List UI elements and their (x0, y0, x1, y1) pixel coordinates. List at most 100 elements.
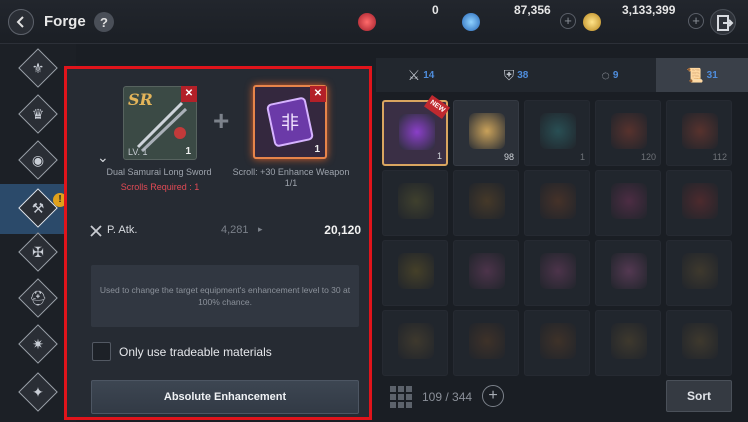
item-icon (611, 323, 647, 359)
item-icon (540, 323, 576, 359)
inventory-slot[interactable] (595, 310, 661, 376)
nav-item-guild[interactable]: ⚜ (18, 48, 58, 88)
inventory-slot[interactable] (382, 310, 448, 376)
currency-gold (583, 12, 601, 32)
tradeable-only-checkbox[interactable] (92, 342, 111, 361)
nav-item-crown[interactable]: ♛ (18, 94, 58, 134)
guild-crest-icon: ⚜ (31, 59, 45, 76)
tab-scrolls[interactable]: 📜 31 (656, 58, 748, 92)
material-slot[interactable]: 非 ✕ 1 (253, 85, 327, 159)
attack-icon (90, 225, 102, 237)
item-icon (611, 113, 647, 149)
nav-item-star[interactable]: ✦ (18, 372, 58, 412)
inventory-slot[interactable]: 112 (666, 100, 732, 166)
inventory-slot[interactable] (524, 240, 590, 306)
tab-weapons-count: 14 (423, 69, 435, 81)
ring-icon: ◌ (601, 67, 610, 83)
target-level: LV. 1 (128, 147, 148, 157)
grid-view-icon[interactable] (390, 386, 412, 408)
add-blue-crystal-button[interactable]: + (560, 13, 576, 29)
inventory-slot[interactable] (382, 240, 448, 306)
plus-sign: + (213, 105, 230, 136)
top-bar: Forge ? 0 87,356 + 3,133,399 + (0, 0, 748, 44)
stat-name: P. Atk. (107, 224, 138, 236)
item-icon (469, 113, 505, 149)
nav-item-helmet[interactable]: ⛑ (18, 278, 58, 318)
blue-crystal-icon (462, 13, 480, 31)
material-name: Scroll: +30 Enhance Weapon (232, 167, 350, 177)
item-icon (399, 114, 435, 150)
tab-armor-count: 38 (517, 69, 529, 81)
expand-inventory-button[interactable]: + (482, 385, 504, 407)
inventory-slot[interactable]: 98 (453, 100, 519, 166)
spike-icon: ✷ (32, 335, 44, 352)
scroll-icon: 📜 (686, 66, 704, 83)
blue-crystal-value: 87,356 (514, 3, 551, 17)
currency-red-gem (358, 12, 376, 32)
star-icon: ✦ (32, 383, 44, 400)
inventory-capacity: 109 / 344 (422, 390, 473, 404)
inventory-slot[interactable] (666, 240, 732, 306)
cross-icon: ✠ (32, 243, 44, 260)
inventory-tabs: ⚔ 14 ⛨ 38 ◌ 9 📜 31 (376, 58, 748, 92)
item-icon (611, 183, 647, 219)
inventory-footer: 109 / 344 + Sort (376, 372, 748, 422)
nav-item-cross[interactable]: ✠ (18, 232, 58, 272)
orb-icon: ◉ (31, 151, 45, 168)
tab-weapons[interactable]: ⚔ 14 (376, 58, 466, 92)
nav-item-forge[interactable]: ⚒ (18, 188, 58, 228)
remove-material-button[interactable]: ✕ (310, 86, 326, 102)
item-icon (682, 183, 718, 219)
inventory-slot[interactable]: 1 (524, 100, 590, 166)
target-quantity: 1 (185, 146, 191, 157)
inventory-slot[interactable] (595, 170, 661, 236)
remove-target-button[interactable]: ✕ (181, 86, 197, 102)
gold-value: 3,133,399 (622, 3, 676, 17)
inventory-slot[interactable]: NEW 1 (382, 94, 451, 166)
target-name: Dual Samurai Long Sword (106, 167, 212, 177)
absolute-enhancement-button[interactable]: Absolute Enhancement (91, 380, 359, 414)
inventory-slot[interactable] (666, 310, 732, 376)
item-quantity: 120 (640, 152, 656, 162)
chevron-down-icon[interactable]: ⌄ (97, 149, 109, 166)
item-icon (398, 183, 434, 219)
help-icon[interactable]: ? (94, 12, 114, 32)
inventory-slot[interactable] (666, 170, 732, 236)
item-icon (682, 113, 718, 149)
tab-accessories[interactable]: ◌ 9 (566, 58, 654, 92)
enhancement-panel: SR ✕ LV. 1 1 + 非 ✕ 1 ⌄ Dual Samurai Long… (64, 66, 372, 420)
nav-item-orb[interactable]: ◉ (18, 140, 58, 180)
add-gold-button[interactable]: + (688, 13, 704, 29)
red-gem-value: 0 (432, 3, 439, 17)
crossed-swords-icon: ⚔ (407, 66, 421, 83)
inventory-slot[interactable] (453, 310, 519, 376)
exit-button[interactable] (710, 9, 736, 35)
item-icon (469, 253, 505, 289)
crown-icon: ♛ (31, 105, 45, 122)
tab-armor[interactable]: ⛨ 38 (468, 58, 564, 92)
armor-icon: ⛨ (503, 66, 515, 83)
back-button[interactable] (8, 9, 34, 35)
item-quantity: 112 (712, 152, 727, 162)
forge-icon: ⚒ (31, 199, 45, 216)
description-text: Used to change the target equipment's en… (99, 285, 351, 307)
inventory-slot[interactable]: 120 (595, 100, 661, 166)
item-icon (682, 253, 718, 289)
nav-item-spike[interactable]: ✷ (18, 324, 58, 364)
svg-text:非: 非 (281, 113, 299, 134)
page-title: Forge (44, 13, 86, 30)
target-equipment-slot[interactable]: SR ✕ LV. 1 1 (123, 86, 197, 160)
sort-button[interactable]: Sort (666, 380, 732, 412)
item-icon (469, 183, 505, 219)
inventory-slot[interactable] (382, 170, 448, 236)
item-icon (611, 253, 647, 289)
exit-icon (717, 15, 734, 31)
inventory-slot[interactable] (524, 170, 590, 236)
inventory-slot[interactable] (595, 240, 661, 306)
tradeable-only-label: Only use tradeable materials (119, 345, 272, 359)
item-quantity: 1 (436, 151, 442, 161)
item-icon (540, 113, 576, 149)
inventory-slot[interactable] (524, 310, 590, 376)
inventory-slot[interactable] (453, 170, 519, 236)
inventory-slot[interactable] (453, 240, 519, 306)
